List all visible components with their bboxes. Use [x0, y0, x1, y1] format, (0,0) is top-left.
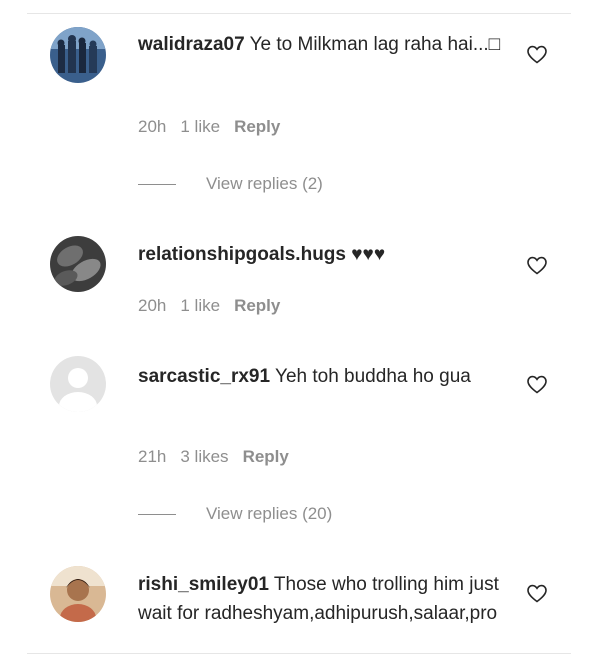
- replies-dash: [138, 513, 176, 515]
- comment-meta: 21h 3 likes Reply: [138, 447, 289, 467]
- view-replies-button[interactable]: View replies (20): [138, 504, 332, 524]
- view-replies-button[interactable]: View replies (2): [138, 174, 323, 194]
- comment-username[interactable]: sarcastic_rx91: [138, 366, 270, 387]
- reply-button[interactable]: Reply: [243, 447, 289, 467]
- comment-likes[interactable]: 1 like: [180, 296, 220, 316]
- avatar[interactable]: [50, 356, 106, 412]
- view-replies-label: View replies (20): [206, 504, 333, 523]
- comment-body: walidraza07 Ye to Milkman lag raha hai..…: [138, 30, 506, 59]
- avatar[interactable]: [50, 236, 106, 292]
- comment-username[interactable]: rishi_smiley01: [138, 574, 269, 595]
- bottom-divider: [27, 653, 571, 654]
- comment-body: rishi_smiley01 Those who trolling him ju…: [138, 570, 506, 650]
- reply-button[interactable]: Reply: [234, 296, 280, 316]
- top-divider: [27, 13, 571, 14]
- avatar[interactable]: [50, 27, 106, 83]
- comment-text: ♥♥♥: [351, 244, 386, 265]
- comment-text: Ye to Milkman lag raha hai...□: [249, 34, 501, 55]
- like-heart-icon[interactable]: [525, 581, 549, 605]
- comment-time[interactable]: 20h: [138, 117, 166, 137]
- comment-likes[interactable]: 3 likes: [180, 447, 228, 467]
- comment-username[interactable]: relationshipgoals.hugs: [138, 244, 346, 265]
- reply-button[interactable]: Reply: [234, 117, 280, 137]
- comment-time[interactable]: 21h: [138, 447, 166, 467]
- avatar[interactable]: [50, 566, 106, 622]
- like-heart-icon[interactable]: [525, 42, 549, 66]
- comment-likes[interactable]: 1 like: [180, 117, 220, 137]
- view-replies-label: View replies (2): [206, 174, 323, 193]
- like-heart-icon[interactable]: [525, 253, 549, 277]
- comment-username[interactable]: walidraza07: [138, 34, 245, 55]
- replies-dash: [138, 183, 176, 185]
- comment-body: relationshipgoals.hugs ♥♥♥: [138, 240, 506, 269]
- comment-meta: 20h 1 like Reply: [138, 117, 280, 137]
- comment-body: sarcastic_rx91 Yeh toh buddha ho gua: [138, 362, 506, 391]
- comment-time[interactable]: 20h: [138, 296, 166, 316]
- comment-meta: 20h 1 like Reply: [138, 296, 280, 316]
- comment-text: Yeh toh buddha ho gua: [275, 366, 471, 387]
- like-heart-icon[interactable]: [525, 372, 549, 396]
